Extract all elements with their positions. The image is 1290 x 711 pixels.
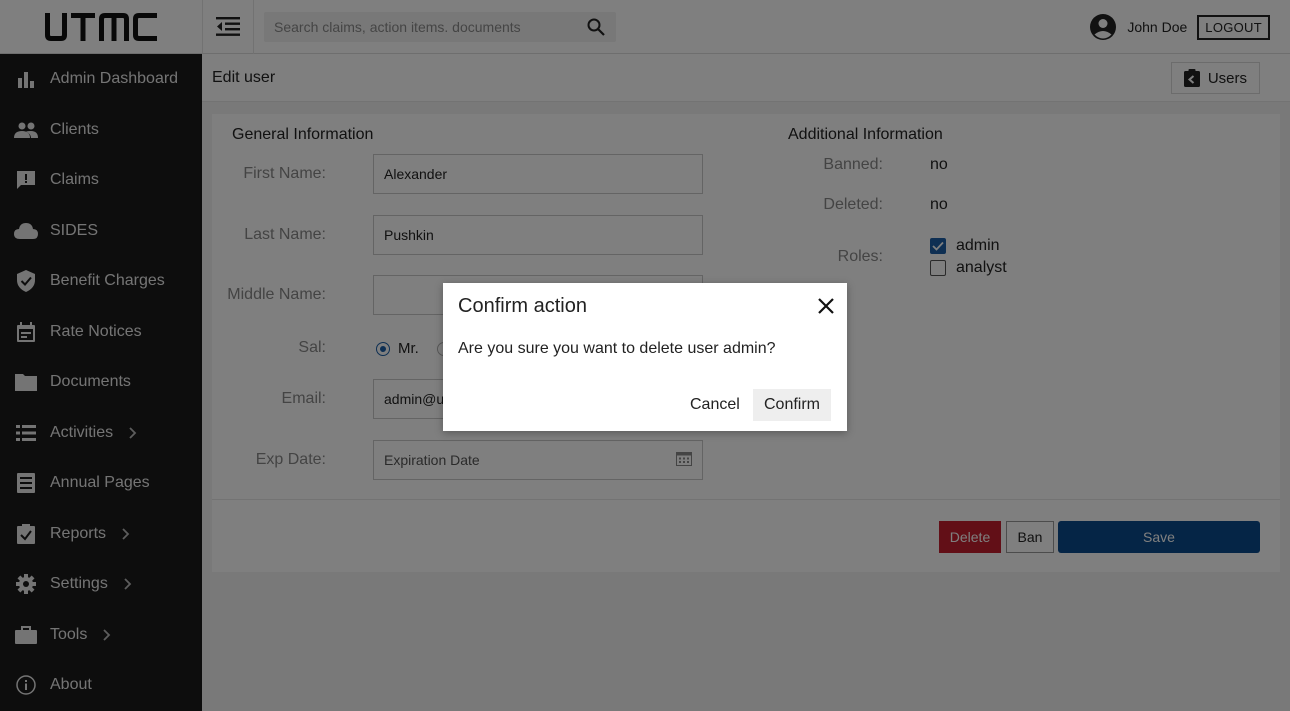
dialog-message: Are you sure you want to delete user adm… (458, 340, 776, 357)
confirm-button[interactable]: Confirm (753, 389, 831, 421)
dialog-title: Confirm action (458, 295, 587, 317)
cancel-button[interactable]: Cancel (683, 389, 747, 421)
confirm-dialog: Confirm action Are you sure you want to … (443, 283, 847, 431)
close-icon[interactable] (815, 295, 837, 317)
